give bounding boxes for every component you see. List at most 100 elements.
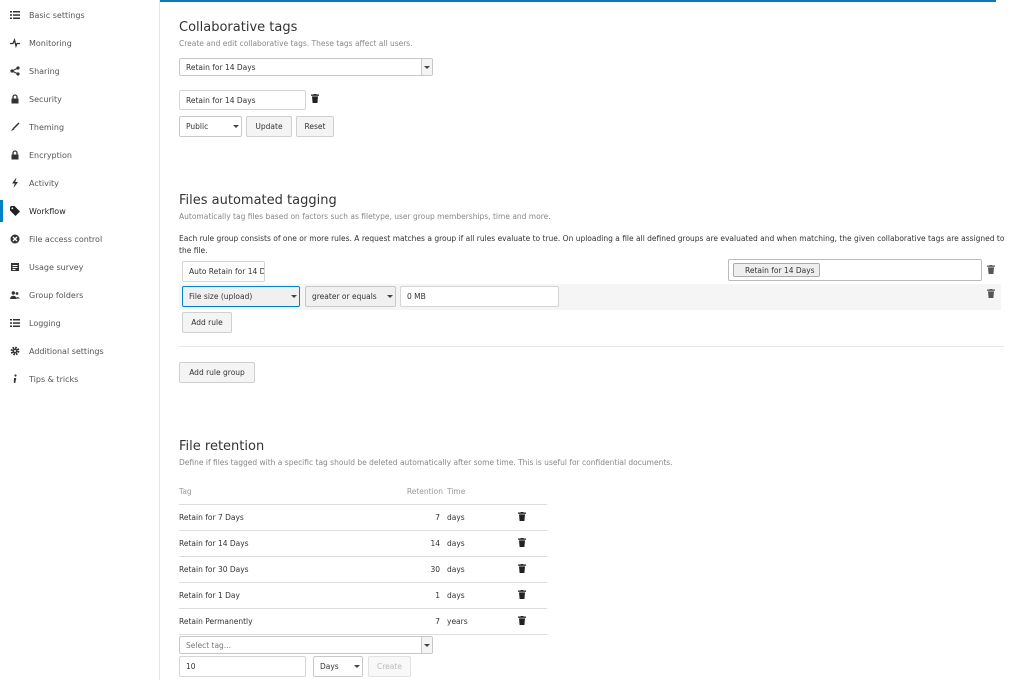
auto-tagging-hint: Automatically tag files based on factors…	[179, 212, 551, 221]
sidebar-item-label: Monitoring	[29, 38, 72, 48]
sidebar-item-label: Encryption	[29, 150, 72, 160]
sidebar-item-label: Usage survey	[29, 262, 84, 272]
table-row: Retain for 7 Days 7 days	[179, 504, 547, 531]
gear-icon	[9, 345, 21, 357]
retention-actions-cell	[497, 608, 547, 635]
retention-tag-cell: Retain for 30 Days	[179, 556, 403, 583]
actions-column-header	[497, 480, 547, 505]
retention-unit-select-value: Days	[320, 662, 339, 671]
tag-name-input[interactable]: Retain for 14 Days	[179, 90, 306, 110]
time-column-header: Time	[447, 480, 497, 505]
auto-tagging-title: Files automated tagging	[179, 193, 337, 208]
trash-icon[interactable]	[518, 511, 526, 523]
sidebar-item-label: Activity	[29, 178, 59, 188]
sidebar-item-sharing[interactable]: Sharing	[0, 60, 159, 82]
trash-icon[interactable]	[986, 288, 996, 299]
sidebar-item-theming[interactable]: Theming	[0, 116, 159, 138]
lock-icon	[9, 93, 21, 105]
chevron-down-icon	[351, 657, 362, 676]
trash-icon[interactable]	[518, 563, 526, 575]
sidebar-item-group-folders[interactable]: Group folders	[0, 284, 159, 306]
retention-amount-cell: 30	[403, 556, 447, 583]
sidebar-item-logging[interactable]: Logging	[0, 312, 159, 334]
retention-table: Tag Retention Time Retain for 7 Days 7 day…	[179, 480, 547, 635]
create-button[interactable]: Create	[368, 656, 411, 677]
retention-actions-cell	[497, 504, 547, 531]
chevron-down-icon	[421, 637, 432, 653]
retention-unit-cell: days	[447, 530, 497, 557]
reset-button[interactable]: Reset	[296, 116, 334, 137]
assigned-tag-chip[interactable]: Retain for 14 Days	[733, 263, 820, 277]
retention-tag-cell: Retain for 1 Day	[179, 582, 403, 609]
assigned-tags-input[interactable]: Retain for 14 Days	[728, 259, 982, 281]
collab-tags-hint: Create and edit collaborative tags. Thes…	[179, 39, 413, 48]
group-icon	[9, 289, 21, 301]
info-icon	[9, 373, 21, 385]
trash-icon[interactable]	[986, 264, 996, 275]
retention-tag-cell: Retain Permanently	[179, 608, 403, 635]
retention-amount-input[interactable]: 10	[179, 656, 306, 677]
sidebar-item-security[interactable]: Security	[0, 88, 159, 110]
retention-actions-cell	[497, 582, 547, 609]
retention-unit-cell: days	[447, 556, 497, 583]
retention-tag-cell: Retain for 7 Days	[179, 504, 403, 531]
sidebar-item-label: Theming	[29, 122, 65, 132]
table-row: Retain for 1 Day 1 days	[179, 582, 547, 609]
retention-unit-cell: days	[447, 582, 497, 609]
sidebar-item-label: Basic settings	[29, 10, 85, 20]
retention-amount-cell: 7	[403, 504, 447, 531]
lightning-icon	[9, 177, 21, 189]
divider	[179, 346, 1004, 347]
retention-actions-cell	[497, 556, 547, 583]
table-row: Retain for 14 Days 14 days	[179, 530, 547, 557]
retention-tag-select-placeholder: Select tag...	[186, 640, 231, 650]
visibility-select-value: Public	[186, 122, 209, 131]
add-rule-button[interactable]: Add rule	[182, 312, 232, 333]
rule-operator-select[interactable]: greater or equals	[305, 286, 396, 307]
sidebar-item-activity[interactable]: Activity	[0, 172, 159, 194]
sidebar-item-file-access-control[interactable]: File access control	[0, 228, 159, 250]
sidebar-item-monitoring[interactable]: Monitoring	[0, 32, 159, 54]
rule-value-input[interactable]: 0 MB	[400, 286, 559, 307]
retention-unit-cell: years	[447, 608, 497, 635]
collab-tag-select[interactable]: Retain for 14 Days	[179, 58, 433, 76]
sidebar-item-label: Additional settings	[29, 346, 104, 356]
sidebar-item-encryption[interactable]: Encryption	[0, 144, 159, 166]
sidebar-item-label: Workflow	[29, 206, 66, 216]
chevron-down-icon	[384, 287, 395, 306]
sidebar-item-additional-settings[interactable]: Additional settings	[0, 340, 159, 362]
trash-icon[interactable]	[518, 537, 526, 549]
trash-icon[interactable]	[518, 589, 526, 601]
sidebar-item-label: Group folders	[29, 290, 84, 300]
settings-sidebar: Basic settings Monitoring Sharing Security T…	[0, 0, 160, 680]
visibility-select[interactable]: Public	[179, 116, 242, 137]
sidebar-item-usage-survey[interactable]: Usage survey	[0, 256, 159, 278]
retention-unit-select[interactable]: Days	[313, 656, 363, 677]
tag-icon	[9, 205, 21, 217]
collab-tags-title: Collaborative tags	[179, 20, 298, 35]
file-retention-title: File retention	[179, 439, 265, 454]
trash-icon[interactable]	[310, 93, 320, 104]
lock-icon	[9, 149, 21, 161]
update-button[interactable]: Update	[246, 116, 292, 137]
chevron-down-icon	[230, 117, 241, 136]
trash-icon[interactable]	[518, 615, 526, 627]
rule-check-select-value: File size (upload)	[189, 292, 253, 301]
rule-check-select[interactable]: File size (upload)	[182, 286, 300, 307]
sidebar-item-basic-settings[interactable]: Basic settings	[0, 4, 159, 26]
list-icon	[9, 9, 21, 21]
table-row: Retain for 30 Days 30 days	[179, 556, 547, 583]
share-icon	[9, 65, 21, 77]
retention-column-header: Retention	[403, 480, 447, 505]
rule-group-name-input[interactable]: Auto Retain for 14 D	[182, 261, 265, 282]
sidebar-item-tips-tricks[interactable]: Tips & tricks	[0, 368, 159, 390]
chevron-down-icon	[288, 287, 299, 306]
sidebar-item-label: Logging	[29, 318, 61, 328]
rule-operator-select-value: greater or equals	[312, 292, 377, 301]
sidebar-item-workflow[interactable]: Workflow	[0, 200, 159, 222]
survey-icon	[9, 261, 21, 273]
sidebar-item-label: Security	[29, 94, 62, 104]
table-row: Retain Permanently 7 years	[179, 608, 547, 635]
add-rule-group-button[interactable]: Add rule group	[179, 362, 255, 383]
retention-tag-select[interactable]: Select tag...	[179, 636, 433, 654]
